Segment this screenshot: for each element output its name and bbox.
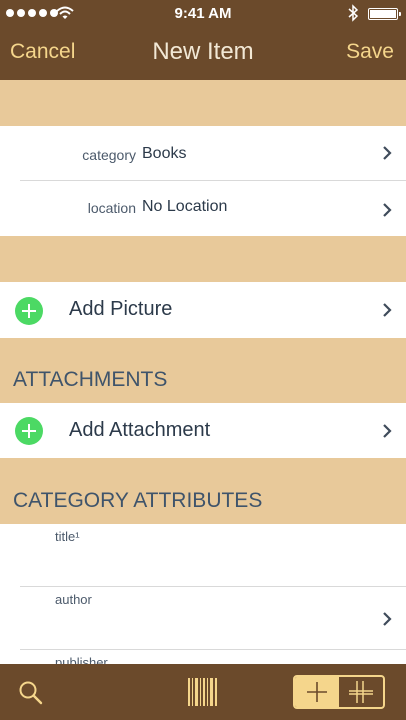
- category-attributes-header-label: CATEGORY ATTRIBUTES: [13, 489, 263, 512]
- attachments-section-header: ATTACHMENTS: [0, 338, 406, 403]
- category-row[interactable]: category Books: [0, 126, 406, 180]
- add-picture-label: Add Picture: [69, 298, 173, 320]
- location-value: No Location: [142, 198, 228, 215]
- add-mode-segmented-control: [293, 675, 385, 709]
- section-spacer: [0, 80, 406, 126]
- add-multiple-segment[interactable]: [339, 677, 383, 707]
- location-label: location: [87, 200, 136, 216]
- add-picture-row[interactable]: Add Picture: [0, 282, 406, 338]
- status-bar: 9:41 AM: [0, 0, 406, 28]
- navigation-bar: Cancel New Item Save: [0, 28, 406, 80]
- battery-icon: [368, 8, 401, 20]
- publisher-field[interactable]: publisher: [0, 650, 406, 664]
- add-attachment-row[interactable]: Add Attachment: [0, 403, 406, 458]
- page-title: New Item: [152, 38, 254, 65]
- category-attributes-section-header: CATEGORY ATTRIBUTES: [0, 458, 406, 524]
- add-icon: [307, 682, 327, 702]
- section-spacer: [0, 236, 406, 282]
- publisher-field-label: publisher: [55, 655, 108, 664]
- author-field-label: author: [55, 592, 92, 607]
- add-attachment-label: Add Attachment: [69, 419, 211, 441]
- chevron-right-icon: [383, 424, 392, 438]
- title-field-label: title¹: [55, 529, 80, 544]
- add-circle-icon: [15, 297, 43, 325]
- chevron-right-icon: [383, 146, 392, 160]
- add-grid-icon: [349, 681, 373, 703]
- location-row[interactable]: location No Location: [0, 181, 406, 236]
- chevron-right-icon: [383, 612, 392, 626]
- status-time: 9:41 AM: [174, 5, 232, 22]
- chevron-right-icon: [383, 303, 392, 317]
- add-single-segment[interactable]: [295, 677, 339, 707]
- bluetooth-icon: [348, 4, 359, 22]
- category-label: category: [82, 147, 136, 163]
- chevron-right-icon: [383, 203, 392, 217]
- save-button[interactable]: Save: [346, 40, 394, 64]
- category-value: Books: [142, 145, 187, 162]
- bottom-toolbar: [0, 664, 406, 720]
- author-field[interactable]: author: [0, 587, 406, 649]
- title-field[interactable]: title¹: [0, 524, 406, 586]
- add-circle-icon: [15, 417, 43, 445]
- search-icon[interactable]: [18, 680, 44, 706]
- barcode-icon[interactable]: [187, 677, 219, 707]
- attachments-header-label: ATTACHMENTS: [13, 368, 168, 391]
